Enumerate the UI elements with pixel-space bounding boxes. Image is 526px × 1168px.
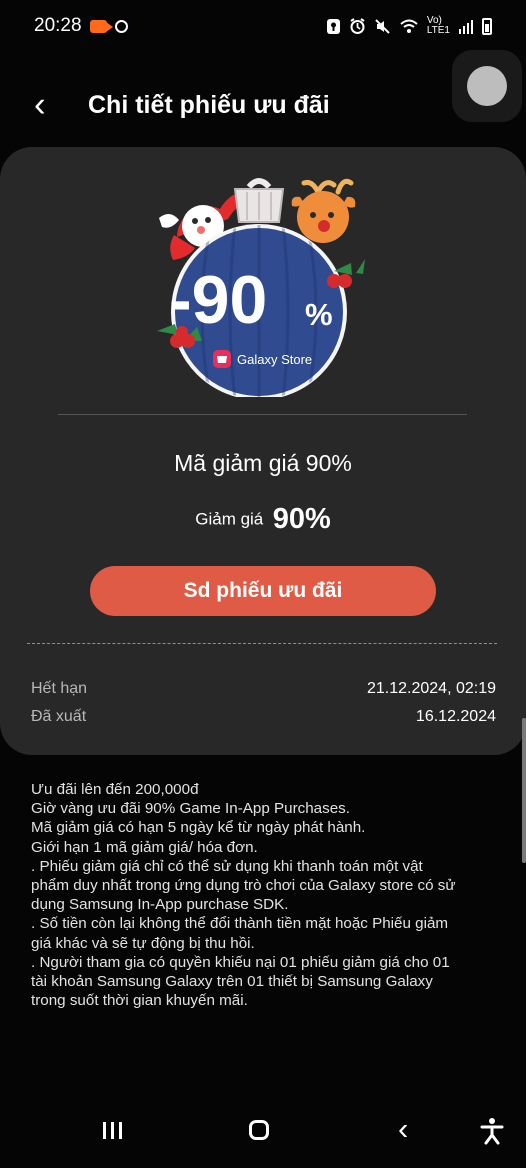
expiry-value: 21.12.2024, 02:19 <box>366 680 496 697</box>
issued-value: 16.12.2024 <box>415 708 496 725</box>
use-coupon-button[interactable]: Sd phiếu ưu đãi <box>90 566 436 616</box>
term-line: giá khác và sẽ tự động bị thu hồi. <box>31 934 255 952</box>
reindeer-icon <box>291 178 356 243</box>
coupon-name: Mã giảm giá 90% <box>174 450 352 476</box>
discount-summary: Giảm giá 90% <box>0 503 526 536</box>
signal-icon <box>459 19 473 34</box>
home-icon[interactable] <box>249 1120 269 1140</box>
page-header: ‹ Chi tiết phiếu ưu đãi <box>0 84 526 129</box>
issued-label: Đã xuất <box>31 708 87 725</box>
promo-ornament-image: -90 % Galaxy Store <box>157 178 365 397</box>
issued-row: Đã xuất 16.12.2024 <box>31 708 496 732</box>
galaxy-store-label: Galaxy Store <box>237 352 312 367</box>
term-line: Giới hạn 1 mã giảm giá/ hóa đơn. <box>31 838 258 856</box>
accessibility-icon[interactable] <box>479 1117 505 1145</box>
circle-icon <box>114 19 128 33</box>
system-navigation-bar: ‹ <box>0 1110 526 1168</box>
status-time: 20:28 <box>34 15 82 36</box>
term-line: Giờ vàng ưu đãi 90% Game In-App Purchase… <box>31 800 350 818</box>
scrollbar[interactable] <box>522 718 526 863</box>
card-divider <box>58 414 467 415</box>
term-line: trong suốt thời gian khuyến mãi. <box>31 992 248 1010</box>
dashed-divider <box>27 643 497 644</box>
lte-label: LTE1 <box>426 25 450 36</box>
expiry-row: Hết hạn 21.12.2024, 02:19 <box>31 680 496 704</box>
mute-icon <box>375 18 390 34</box>
back-icon[interactable]: ‹ <box>398 1113 408 1144</box>
network-label: Vo) LTE1 <box>427 16 450 36</box>
discount-label: Giảm giá <box>195 509 264 529</box>
back-button[interactable]: ‹ <box>34 87 68 122</box>
terms-text: Ưu đãi lên đến 200,000đ Giờ vàng ưu đãi … <box>31 780 501 1010</box>
screen-record-icon <box>89 19 113 33</box>
status-bar: 20:28 Vo) LTE1 <box>0 0 526 52</box>
battery-icon <box>482 17 492 35</box>
status-left: 20:28 <box>34 15 128 37</box>
ornament-cap-icon <box>233 178 285 223</box>
term-line: phẩm duy nhất trong ứng dụng trò chơi củ… <box>31 877 456 895</box>
alarm-icon <box>350 17 365 34</box>
recent-apps-icon[interactable] <box>103 1122 122 1139</box>
discount-value: 90% <box>272 503 331 535</box>
voucher-card: -90 % Galaxy Store Mã giảm giá 90% Giảm … <box>0 147 526 755</box>
term-line: tài khoản Samsung Galaxy trên 01 thiết b… <box>31 973 433 991</box>
status-right: Vo) LTE1 <box>326 16 492 36</box>
key-icon <box>326 18 340 34</box>
term-line: . Người tham gia có quyền khiếu nại 01 p… <box>31 953 450 971</box>
term-line: . Số tiền còn lại không thể đổi thành ti… <box>31 915 449 933</box>
expiry-label: Hết hạn <box>31 680 88 697</box>
promo-percent-text: % <box>305 297 333 332</box>
wifi-icon <box>400 19 418 33</box>
term-line: Mã giảm giá có hạn 5 ngày kể từ ngày phá… <box>31 819 366 837</box>
term-line: dụng Samsung In-App purchase SDK. <box>31 896 289 914</box>
term-line: . Phiếu giảm giá chỉ có thể sử dụng khi … <box>31 857 423 875</box>
page-title: Chi tiết phiếu ưu đãi <box>88 91 330 119</box>
term-line: Ưu đãi lên đến 200,000đ <box>31 781 199 798</box>
